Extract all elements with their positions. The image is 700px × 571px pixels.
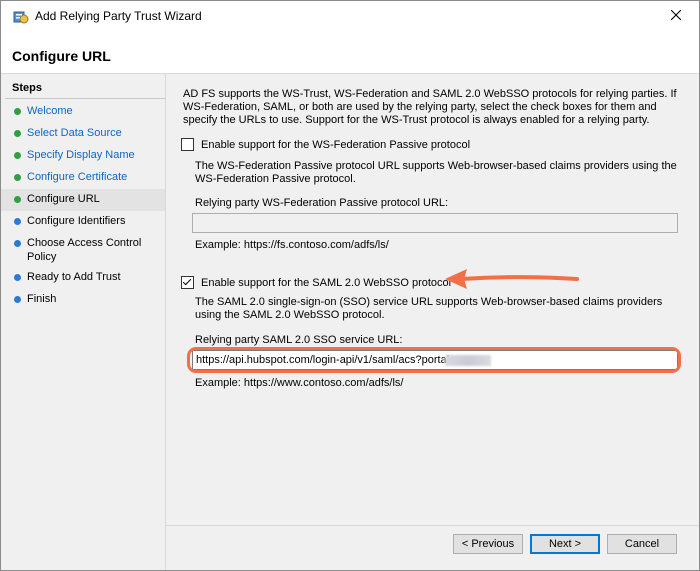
- previous-button[interactable]: < Previous: [453, 534, 523, 554]
- page-title: Configure URL: [12, 48, 111, 64]
- step-complete-icon: [14, 152, 21, 159]
- saml-description: The SAML 2.0 single-sign-on (SSO) servic…: [195, 296, 663, 321]
- step-label: Choose Access Control Policy: [27, 237, 142, 263]
- step-current-icon: [14, 196, 21, 203]
- intro-text: AD FS supports the WS-Trust, WS-Federati…: [183, 88, 677, 126]
- wsfed-url-field[interactable]: [192, 213, 678, 233]
- annotation-arrow-icon: [445, 269, 579, 289]
- steps-divider: [5, 98, 165, 99]
- window-title: Add Relying Party Trust Wizard: [35, 9, 202, 23]
- cancel-button[interactable]: Cancel: [607, 534, 677, 554]
- step-complete-icon: [14, 174, 21, 181]
- close-icon: [670, 9, 682, 23]
- step-label: Specify Display Name: [27, 149, 135, 161]
- next-button[interactable]: Next >: [530, 534, 600, 554]
- wsfed-description: The WS-Federation Passive protocol URL s…: [195, 160, 677, 185]
- step-label: Select Data Source: [27, 127, 122, 139]
- saml-checkbox-row[interactable]: Enable support for the SAML 2.0 WebSSO p…: [181, 276, 451, 289]
- step-configure-url: Configure URL: [1, 189, 165, 211]
- step-pending-icon: [14, 296, 21, 303]
- title-bar: Add Relying Party Trust Wizard: [1, 1, 699, 31]
- wsfed-checkbox-row[interactable]: Enable support for the WS-Federation Pas…: [181, 138, 470, 151]
- step-label: Ready to Add Trust: [27, 271, 121, 283]
- step-pending-icon: [14, 218, 21, 225]
- step-pending-icon: [14, 274, 21, 281]
- step-specify-display-name[interactable]: Specify Display Name: [1, 147, 165, 165]
- step-label: Finish: [27, 293, 57, 305]
- page-header: Configure URL: [1, 31, 699, 73]
- wizard-window: Add Relying Party Trust Wizard Configure…: [0, 0, 700, 571]
- wsfed-checkbox-label: Enable support for the WS-Federation Pas…: [201, 138, 471, 151]
- step-complete-icon: [14, 108, 21, 115]
- step-label: Configure Identifiers: [27, 215, 126, 227]
- saml-checkbox[interactable]: [181, 276, 194, 289]
- relying-party-wizard-icon: [13, 9, 29, 25]
- step-select-data-source[interactable]: Select Data Source: [1, 125, 165, 143]
- saml-checkbox-label: Enable support for the SAML 2.0 WebSSO p…: [201, 276, 452, 289]
- step-welcome[interactable]: Welcome: [1, 103, 165, 121]
- step-configure-identifiers: Configure Identifiers: [1, 213, 165, 231]
- steps-heading: Steps: [12, 82, 42, 94]
- annotation-highlight-box: [187, 347, 681, 373]
- wsfed-url-label: Relying party WS-Federation Passive prot…: [195, 197, 449, 209]
- step-choose-access-control-policy: Choose Access Control Policy: [1, 235, 165, 265]
- step-configure-certificate[interactable]: Configure Certificate: [1, 169, 165, 187]
- step-label: Configure Certificate: [27, 171, 128, 183]
- step-finish: Finish: [1, 291, 165, 309]
- step-complete-icon: [14, 130, 21, 137]
- saml-example: Example: https://www.contoso.com/adfs/ls…: [195, 377, 404, 389]
- wsfed-url-input[interactable]: [193, 214, 677, 232]
- step-label: Configure URL: [27, 193, 100, 205]
- step-pending-icon: [14, 240, 21, 247]
- wsfed-example: Example: https://fs.contoso.com/adfs/ls/: [195, 239, 389, 251]
- content-panel: AD FS supports the WS-Trust, WS-Federati…: [166, 74, 699, 570]
- step-label: Welcome: [27, 105, 73, 117]
- footer-divider: [166, 525, 699, 526]
- saml-url-label: Relying party SAML 2.0 SSO service URL:: [195, 334, 403, 346]
- step-ready-to-add-trust: Ready to Add Trust: [1, 269, 165, 287]
- close-button[interactable]: [653, 1, 699, 31]
- wsfed-checkbox[interactable]: [181, 138, 194, 151]
- steps-panel: Steps Welcome Select Data Source Specify…: [1, 74, 166, 570]
